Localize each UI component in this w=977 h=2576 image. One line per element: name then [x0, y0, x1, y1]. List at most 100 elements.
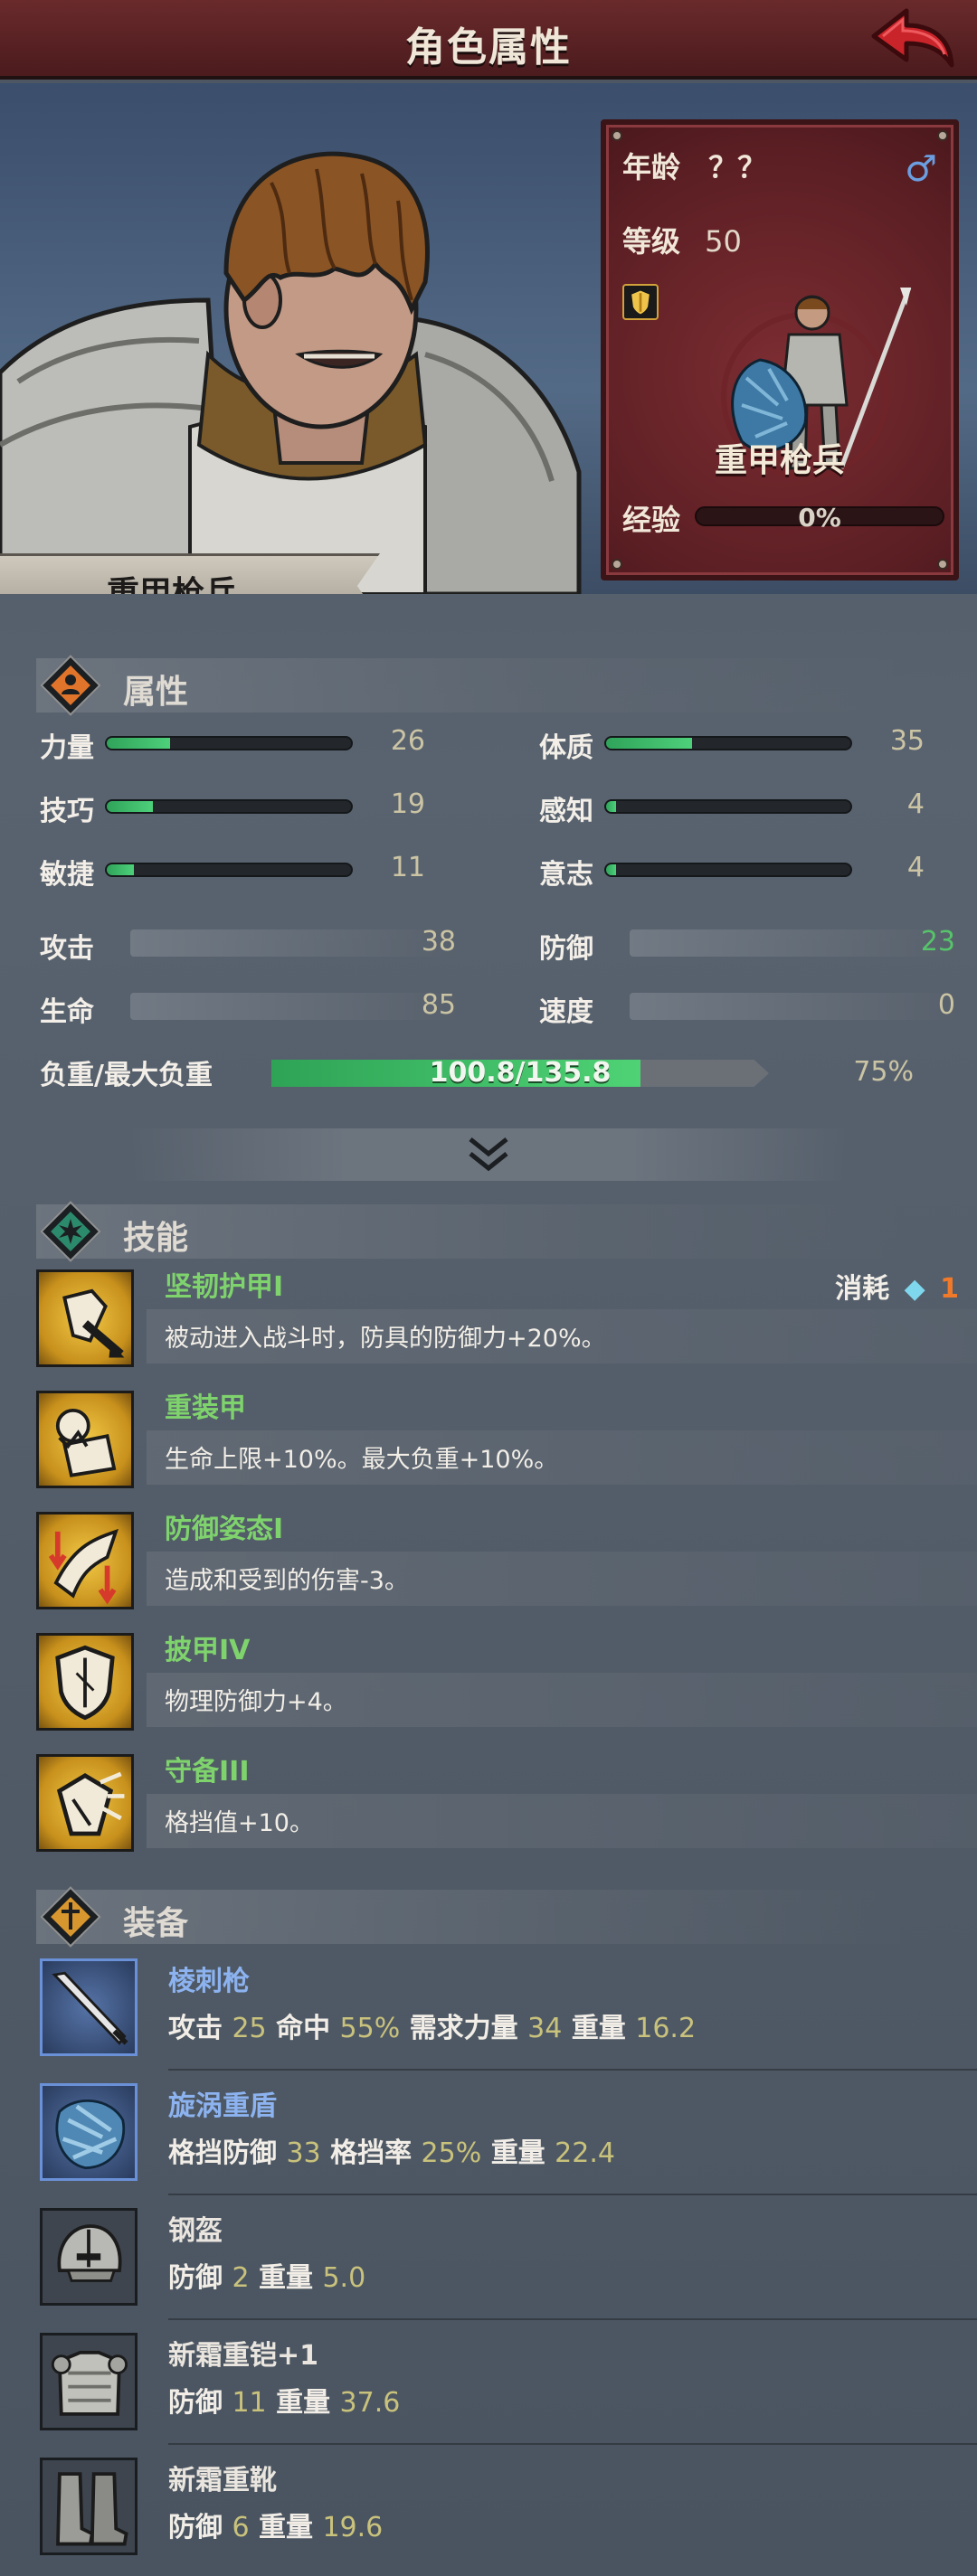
stat-label: 意志 [539, 859, 593, 891]
skill-icon [36, 1512, 134, 1609]
skills-title: 技能 [123, 1220, 189, 1257]
equip-stat-label: 防御 [168, 2512, 223, 2543]
equipment-name: 旋涡重盾 [168, 2090, 277, 2122]
level-value: 50 [705, 224, 742, 259]
equipment-item[interactable]: 旋涡重盾格挡防御 33 格挡率 25% 重量 22.4 [40, 2083, 977, 2201]
hero-panel: 重甲枪兵 年龄 ？？ ♂ 等级 50 重甲枪兵 经验 0% [0, 83, 977, 594]
equipment-icon [40, 1958, 138, 2056]
divider [168, 2194, 977, 2195]
stat-fill [606, 738, 692, 749]
equip-stat-label: 重量 [259, 2512, 313, 2543]
equipment-icon [40, 2333, 138, 2430]
stat-label: 敏捷 [40, 859, 94, 891]
stat-value: 4 [906, 852, 925, 883]
stat-row: 感知 4 [539, 788, 964, 827]
equipment-icon [40, 2208, 138, 2306]
skill-description: 生命上限+10%。最大负重+10%。 [165, 1446, 559, 1474]
equip-stat-value: 22.4 [555, 2137, 615, 2169]
equipment-stats: 防御 11 重量 37.6 [168, 2380, 400, 2420]
equip-stat-label: 攻击 [168, 2013, 223, 2044]
equipment-icon [40, 2458, 138, 2555]
derived-stat-row: 速度 0 [539, 987, 964, 1028]
expand-button[interactable] [127, 1128, 850, 1181]
equipment-icon [40, 2083, 138, 2181]
equip-stat-value: 2 [232, 2262, 250, 2294]
skill-name: 重装甲 [165, 1392, 246, 1424]
stat-value: 26 [390, 725, 425, 757]
skill-description: 格挡值+10。 [165, 1809, 314, 1837]
shield-class-icon [622, 284, 659, 320]
equip-stat-label: 格挡防御 [168, 2137, 277, 2169]
equipment-item[interactable]: 棱刺枪 攻击 25 命中 55% 需求力量 34 重量 16.2 [40, 1958, 977, 2076]
character-portrait [0, 151, 582, 594]
stat-row: 敏捷 11 [40, 852, 465, 891]
derived-value: 23 [920, 926, 955, 958]
derived-value: 85 [421, 989, 456, 1021]
stat-bar [604, 799, 852, 814]
equip-stat-label: 重量 [259, 2262, 313, 2294]
male-icon: ♂ [905, 148, 937, 190]
equip-stat-value: 25 [232, 2013, 267, 2044]
stat-fill [107, 738, 171, 749]
equip-stat-value: 34 [527, 2013, 563, 2044]
sword-icon [46, 1892, 95, 1941]
stat-fill [606, 864, 616, 875]
equip-stat-label: 防御 [168, 2387, 223, 2419]
rivet [612, 130, 622, 141]
double-chevron-down-icon [469, 1137, 508, 1172]
skills-header: 技能 [36, 1201, 905, 1262]
equip-stat-value: 16.2 [635, 2013, 697, 2044]
equip-stat-value: 6 [232, 2512, 250, 2543]
person-icon [46, 661, 95, 710]
stat-value: 4 [906, 788, 925, 820]
derived-label: 生命 [40, 996, 94, 1028]
equipment-stats: 攻击 25 命中 55% 需求力量 34 重量 16.2 [168, 2005, 696, 2045]
stat-label: 感知 [539, 796, 593, 827]
stat-bar [604, 736, 852, 750]
stat-row: 意志 4 [539, 852, 964, 891]
attributes-title: 属性 [123, 674, 189, 711]
stat-label: 体质 [539, 732, 593, 764]
skill-description: 造成和受到的伤害-3。 [165, 1567, 409, 1595]
back-arrow-icon[interactable] [867, 5, 957, 74]
exp-value: 0% [798, 503, 841, 533]
equipment-name: 新霜重靴 [168, 2465, 277, 2496]
equip-stat-value: 11 [232, 2387, 267, 2419]
load-bar: 100.8/135.8 [271, 1060, 769, 1087]
skill-item[interactable]: 守备III 格挡值+10。 [36, 1749, 977, 1866]
derived-stat-row: 攻击 38 [40, 924, 465, 965]
equipment-item[interactable]: 钢盔防御 2 重量 5.0 [40, 2208, 977, 2326]
skill-item[interactable]: 重装甲生命上限+10%。最大负重+10%。 [36, 1385, 977, 1503]
attributes-header: 属性 [36, 655, 905, 716]
level-row: 等级 50 [622, 219, 742, 260]
equip-stat-label: 防御 [168, 2262, 223, 2294]
equipment-item[interactable]: 新霜重铠+1 防御 11 重量 37.6 [40, 2333, 977, 2450]
equipment-stats: 格挡防御 33 格挡率 25% 重量 22.4 [168, 2130, 615, 2170]
stat-value: 19 [390, 788, 425, 820]
age-row: 年龄 ？？ [622, 145, 766, 186]
equip-stat-value: 25% [421, 2137, 482, 2169]
derived-label: 速度 [539, 996, 593, 1028]
rivet [937, 559, 948, 570]
equip-stat-value: 19.6 [322, 2512, 384, 2543]
stat-bar [105, 863, 353, 877]
exp-label: 经验 [622, 503, 681, 537]
skill-icon [36, 1633, 134, 1731]
load-percent: 75% [853, 1056, 914, 1088]
derived-stat-row: 生命 85 [40, 987, 465, 1028]
stat-label: 技巧 [40, 796, 94, 827]
equipment-item[interactable]: 新霜重靴防御 6 重量 19.6 [40, 2458, 977, 2575]
equip-stat-value: 37.6 [339, 2387, 401, 2419]
unit-name: 重甲枪兵 [107, 575, 238, 594]
equipment-stats: 防御 2 重量 5.0 [168, 2255, 365, 2295]
skill-name: 防御姿态I [165, 1514, 284, 1545]
load-value: 100.8/135.8 [429, 1057, 612, 1089]
rivet [612, 559, 622, 570]
derived-value: 0 [937, 989, 955, 1021]
skill-item[interactable]: 坚韧护甲I 被动进入战斗时，防具的防御力+20%。 [36, 1264, 977, 1382]
equipment-name: 钢盔 [168, 2215, 223, 2247]
skill-item[interactable]: 披甲IV 物理防御力+4。 [36, 1628, 977, 1745]
stat-fill [606, 801, 616, 812]
skill-item[interactable]: 防御姿态I 造成和受到的伤害-3。 [36, 1506, 977, 1624]
stat-fill [107, 864, 134, 875]
